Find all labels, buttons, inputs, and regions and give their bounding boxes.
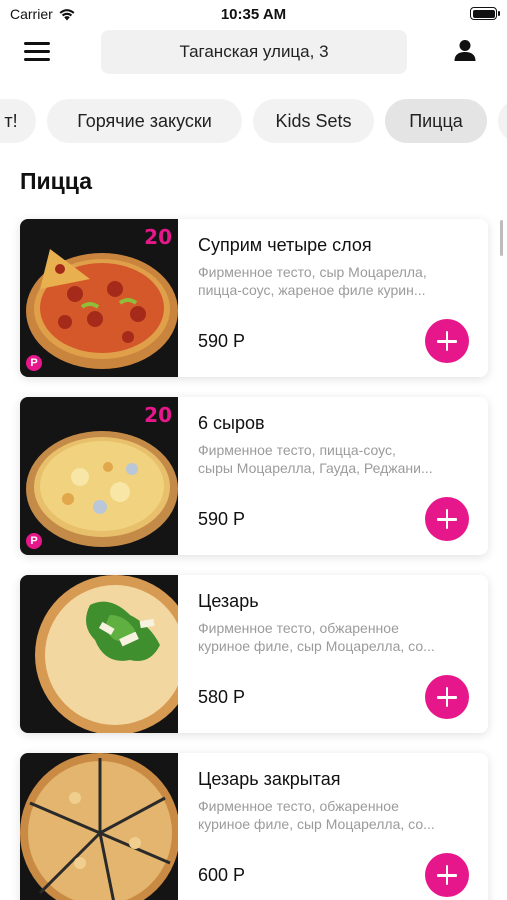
product-image: 20 P (20, 219, 178, 377)
address-selector[interactable]: Таганская улица, 3 (101, 30, 407, 74)
category-chip-kids-sets[interactable]: Kids Sets (253, 99, 374, 143)
product-description: Фирменное тесто, обжаренное куриное филе… (198, 620, 435, 654)
product-image (20, 575, 178, 733)
status-bar: Carrier 10:35 AM (0, 0, 507, 28)
brand-logo: P (26, 355, 42, 371)
product-card[interactable]: Цезарь закрытая Фирменное тесто, обжарен… (20, 753, 488, 900)
scrollbar[interactable] (500, 220, 503, 256)
anniversary-badge: 20 (144, 225, 172, 249)
product-price: 590 Р (198, 331, 246, 351)
anniversary-badge: 20 (144, 403, 172, 427)
top-bar: Таганская улица, 3 (0, 30, 507, 74)
battery-icon (470, 7, 500, 20)
product-price: 590 Р (198, 509, 246, 529)
status-time: 10:35 AM (220, 6, 287, 23)
product-description: Фирменное тесто, пицца-соус, сыры Моцаре… (198, 442, 433, 476)
section-title: Пицца (20, 168, 93, 194)
category-chip-prev[interactable]: т! (0, 99, 36, 143)
product-name: Цезарь закрытая (198, 769, 341, 789)
product-image: 20 P (20, 397, 178, 555)
product-price: 580 Р (198, 687, 246, 707)
product-image (20, 753, 178, 900)
product-name: Цезарь (198, 591, 259, 611)
product-card[interactable]: 20 P 6 сыров Фирменное тесто, пицца-соус… (20, 397, 488, 555)
brand-logo: P (26, 533, 42, 549)
category-chip-next[interactable] (498, 99, 507, 143)
add-to-cart-button[interactable] (425, 497, 469, 541)
product-description: Фирменное тесто, сыр Моцарелла, пицца-со… (198, 264, 427, 298)
add-to-cart-button[interactable] (425, 675, 469, 719)
hamburger-menu-icon[interactable] (24, 42, 50, 62)
product-name: 6 сыров (198, 413, 265, 433)
add-to-cart-button[interactable] (425, 319, 469, 363)
product-card[interactable]: Цезарь Фирменное тесто, обжаренное курин… (20, 575, 488, 733)
address-label: Таганская улица, 3 (179, 42, 329, 61)
battery-level (472, 9, 495, 18)
product-card[interactable]: 20 P Суприм четыре слоя Фирменное тесто,… (20, 219, 488, 377)
product-name: Суприм четыре слоя (198, 235, 372, 255)
user-profile-icon[interactable] (452, 38, 478, 64)
category-chip-hot-snacks[interactable]: Горячие закуски (47, 99, 242, 143)
product-description: Фирменное тесто, обжаренное куриное филе… (198, 798, 435, 832)
add-to-cart-button[interactable] (425, 853, 469, 897)
category-tabs: т! Горячие закуски Kids Sets Пицца (0, 99, 507, 143)
category-chip-pizza[interactable]: Пицца (385, 99, 487, 143)
product-price: 600 Р (198, 865, 246, 885)
